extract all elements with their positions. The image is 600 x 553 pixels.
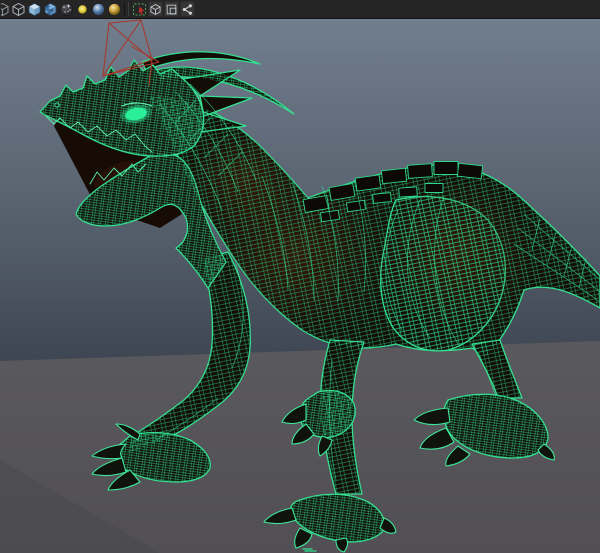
textured-mode-icon[interactable]	[43, 1, 58, 18]
isolate-select-icon[interactable]	[147, 1, 163, 17]
smooth-shade-mode-icon[interactable]	[27, 1, 42, 18]
default-light-icon[interactable]	[75, 1, 90, 18]
viewport-canvas[interactable]	[0, 19, 600, 553]
gold-material-sphere-icon[interactable]	[107, 1, 122, 18]
highlight-selection-icon[interactable]	[132, 1, 147, 18]
connections-icon[interactable]	[179, 1, 195, 17]
use-all-lights-icon[interactable]	[59, 1, 74, 18]
toolbar-separator	[124, 2, 129, 16]
scene	[0, 19, 600, 553]
frame-panel-icon[interactable]	[163, 1, 179, 17]
wireframe-mode-icon[interactable]	[11, 1, 26, 18]
clipped-cube-icon[interactable]	[0, 1, 10, 18]
blue-material-sphere-icon[interactable]	[91, 1, 106, 18]
viewport-toolbar	[0, 0, 600, 19]
application-window: { "window": { "app_description": "3D mod…	[0, 0, 600, 553]
